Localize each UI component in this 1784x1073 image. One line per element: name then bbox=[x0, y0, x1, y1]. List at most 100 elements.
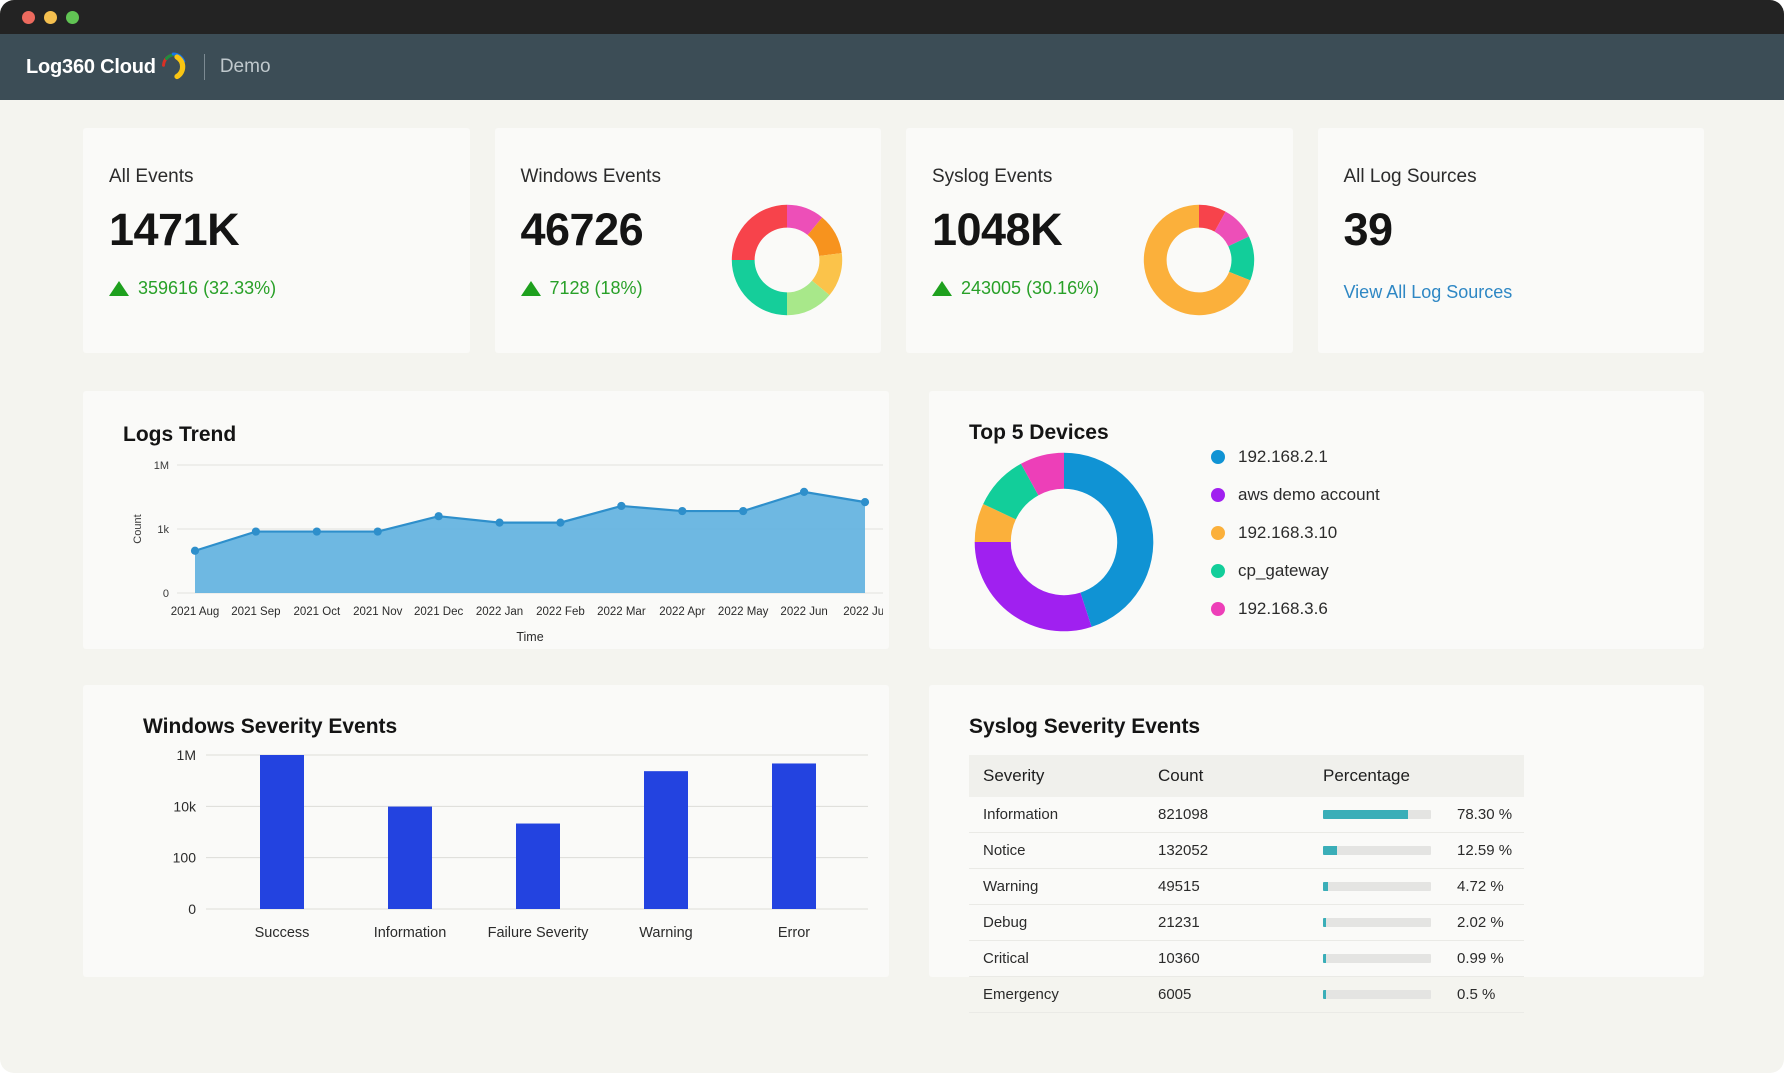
logs-trend-svg: 1M1k0Count2021 Aug2021 Sep2021 Oct2021 N… bbox=[123, 453, 883, 653]
bar[interactable] bbox=[388, 807, 432, 909]
bar[interactable] bbox=[516, 824, 560, 909]
cell-count: 132052 bbox=[1144, 833, 1309, 869]
windows-events-donut-chart bbox=[727, 200, 847, 320]
minimize-window-icon[interactable] bbox=[44, 11, 57, 24]
data-point[interactable] bbox=[495, 519, 503, 527]
bar[interactable] bbox=[260, 755, 304, 909]
brand-name: Log360 Cloud bbox=[26, 56, 156, 79]
legend-swatch-icon bbox=[1211, 450, 1225, 464]
logs-trend-chart[interactable]: 1M1k0Count2021 Aug2021 Sep2021 Oct2021 N… bbox=[123, 453, 889, 653]
top-devices-donut-chart[interactable] bbox=[969, 447, 1159, 637]
maximize-window-icon[interactable] bbox=[66, 11, 79, 24]
log360-swirl-icon bbox=[159, 51, 189, 81]
legend-label: 192.168.3.10 bbox=[1238, 523, 1337, 543]
x-axis-tick-label: 2021 Nov bbox=[353, 606, 402, 618]
data-point[interactable] bbox=[678, 507, 686, 515]
cell-severity: Debug bbox=[969, 905, 1144, 941]
syslog-severity-title: Syslog Severity Events bbox=[969, 715, 1704, 739]
y-axis-tick-label: 100 bbox=[173, 850, 197, 866]
area-fill bbox=[195, 492, 865, 593]
brand-divider bbox=[204, 54, 205, 80]
data-point[interactable] bbox=[435, 512, 443, 520]
percentage-label: 2.02 % bbox=[1457, 914, 1504, 931]
column-header-count: Count bbox=[1144, 755, 1309, 797]
x-axis-tick-label: 2022 Jun bbox=[780, 606, 827, 618]
cell-percentage: 2.02 % bbox=[1309, 905, 1524, 941]
kpi-delta: 7128 (18%) bbox=[521, 278, 728, 299]
data-point[interactable] bbox=[739, 507, 747, 515]
legend-item[interactable]: aws demo account bbox=[1211, 485, 1380, 505]
percentage-label: 0.5 % bbox=[1457, 986, 1495, 1003]
kpi-value: 46726 bbox=[521, 204, 728, 256]
data-point[interactable] bbox=[374, 527, 382, 535]
windows-severity-panel: Windows Severity Events 1M10k1000Success… bbox=[83, 685, 889, 977]
percentage-bar-fill bbox=[1323, 918, 1326, 927]
legend-item[interactable]: 192.168.3.6 bbox=[1211, 599, 1380, 619]
table-row[interactable]: Critical103600.99 % bbox=[969, 941, 1524, 977]
x-axis-tick-label: 2022 Apr bbox=[659, 606, 705, 618]
percentage-bar-fill bbox=[1323, 810, 1408, 819]
kpi-card-syslog-events[interactable]: Syslog Events 1048K 243005 (30.16%) bbox=[906, 128, 1293, 353]
legend-item[interactable]: 192.168.2.1 bbox=[1211, 447, 1380, 467]
cell-count: 6005 bbox=[1144, 977, 1309, 1013]
cell-count: 10360 bbox=[1144, 941, 1309, 977]
data-point[interactable] bbox=[800, 488, 808, 496]
percentage-bar-fill bbox=[1323, 954, 1326, 963]
percentage-bar-track bbox=[1323, 846, 1431, 855]
cell-percentage: 12.59 % bbox=[1309, 833, 1524, 869]
kpi-title: Windows Events bbox=[521, 166, 728, 188]
top-devices-body: 192.168.2.1 aws demo account 192.168.3.10 c… bbox=[969, 447, 1704, 637]
cell-percentage: 4.72 % bbox=[1309, 869, 1524, 905]
legend-item[interactable]: cp_gateway bbox=[1211, 561, 1380, 581]
data-point[interactable] bbox=[556, 519, 564, 527]
cell-severity: Notice bbox=[969, 833, 1144, 869]
kpi-title: All Events bbox=[109, 166, 444, 188]
legend-item[interactable]: 192.168.3.10 bbox=[1211, 523, 1380, 543]
percentage-bar-track bbox=[1323, 810, 1431, 819]
logs-trend-title: Logs Trend bbox=[123, 423, 889, 447]
column-header-percentage: Percentage bbox=[1309, 755, 1524, 797]
windows-severity-bar-chart[interactable]: 1M10k1000SuccessInformationFailure Sever… bbox=[113, 739, 883, 964]
data-point[interactable] bbox=[861, 498, 869, 506]
legend-swatch-icon bbox=[1211, 564, 1225, 578]
top-devices-panel: Top 5 Devices 192.168.2.1 aws demo accoun… bbox=[929, 391, 1704, 649]
percentage-bar-track bbox=[1323, 882, 1431, 891]
brand-logo[interactable]: Log360 Cloud Demo bbox=[26, 54, 271, 81]
trend-up-icon bbox=[521, 281, 541, 296]
percentage-label: 4.72 % bbox=[1457, 878, 1504, 895]
view-all-log-sources-link[interactable]: View All Log Sources bbox=[1344, 282, 1679, 303]
data-point[interactable] bbox=[313, 527, 321, 535]
top-devices-title: Top 5 Devices bbox=[969, 421, 1704, 445]
data-point[interactable] bbox=[191, 547, 199, 555]
kpi-card-all-log-sources[interactable]: All Log Sources 39 View All Log Sources bbox=[1318, 128, 1705, 353]
app-header: Log360 Cloud Demo bbox=[0, 34, 1784, 100]
y-axis-tick-label: 10k bbox=[173, 798, 197, 814]
x-axis-tick-label: 2022 Feb bbox=[536, 606, 585, 618]
kpi-card-all-events[interactable]: All Events 1471K 359616 (32.33%) bbox=[83, 128, 470, 353]
kpi-delta-label: 359616 (32.33%) bbox=[138, 278, 276, 299]
cell-count: 821098 bbox=[1144, 797, 1309, 833]
bar[interactable] bbox=[772, 763, 816, 909]
table-row[interactable]: Emergency60050.5 % bbox=[969, 977, 1524, 1013]
percentage-label: 12.59 % bbox=[1457, 842, 1512, 859]
x-axis-tick-label: Failure Severity bbox=[488, 925, 589, 941]
data-point[interactable] bbox=[617, 502, 625, 510]
bar[interactable] bbox=[644, 771, 688, 909]
table-row[interactable]: Notice132052 12.59 % bbox=[969, 833, 1524, 869]
x-axis-tick-label: 2021 Oct bbox=[293, 606, 340, 618]
percentage-bar-track bbox=[1323, 990, 1431, 999]
close-window-icon[interactable] bbox=[22, 11, 35, 24]
trend-up-icon bbox=[932, 281, 952, 296]
legend-swatch-icon bbox=[1211, 488, 1225, 502]
table-row[interactable]: Warning495154.72 % bbox=[969, 869, 1524, 905]
kpi-title: Syslog Events bbox=[932, 166, 1139, 188]
kpi-delta-label: 243005 (30.16%) bbox=[961, 278, 1099, 299]
x-axis-tick-label: 2021 Aug bbox=[171, 606, 220, 618]
y-axis-title: Count bbox=[132, 514, 144, 543]
table-row[interactable]: Debug212312.02 % bbox=[969, 905, 1524, 941]
kpi-card-windows-events[interactable]: Windows Events 46726 7128 (18%) bbox=[495, 128, 882, 353]
top-devices-legend: 192.168.2.1 aws demo account 192.168.3.10 c… bbox=[1211, 447, 1380, 637]
data-point[interactable] bbox=[252, 527, 260, 535]
syslog-events-donut-chart bbox=[1139, 200, 1259, 320]
table-row[interactable]: Information82109878.30 % bbox=[969, 797, 1524, 833]
